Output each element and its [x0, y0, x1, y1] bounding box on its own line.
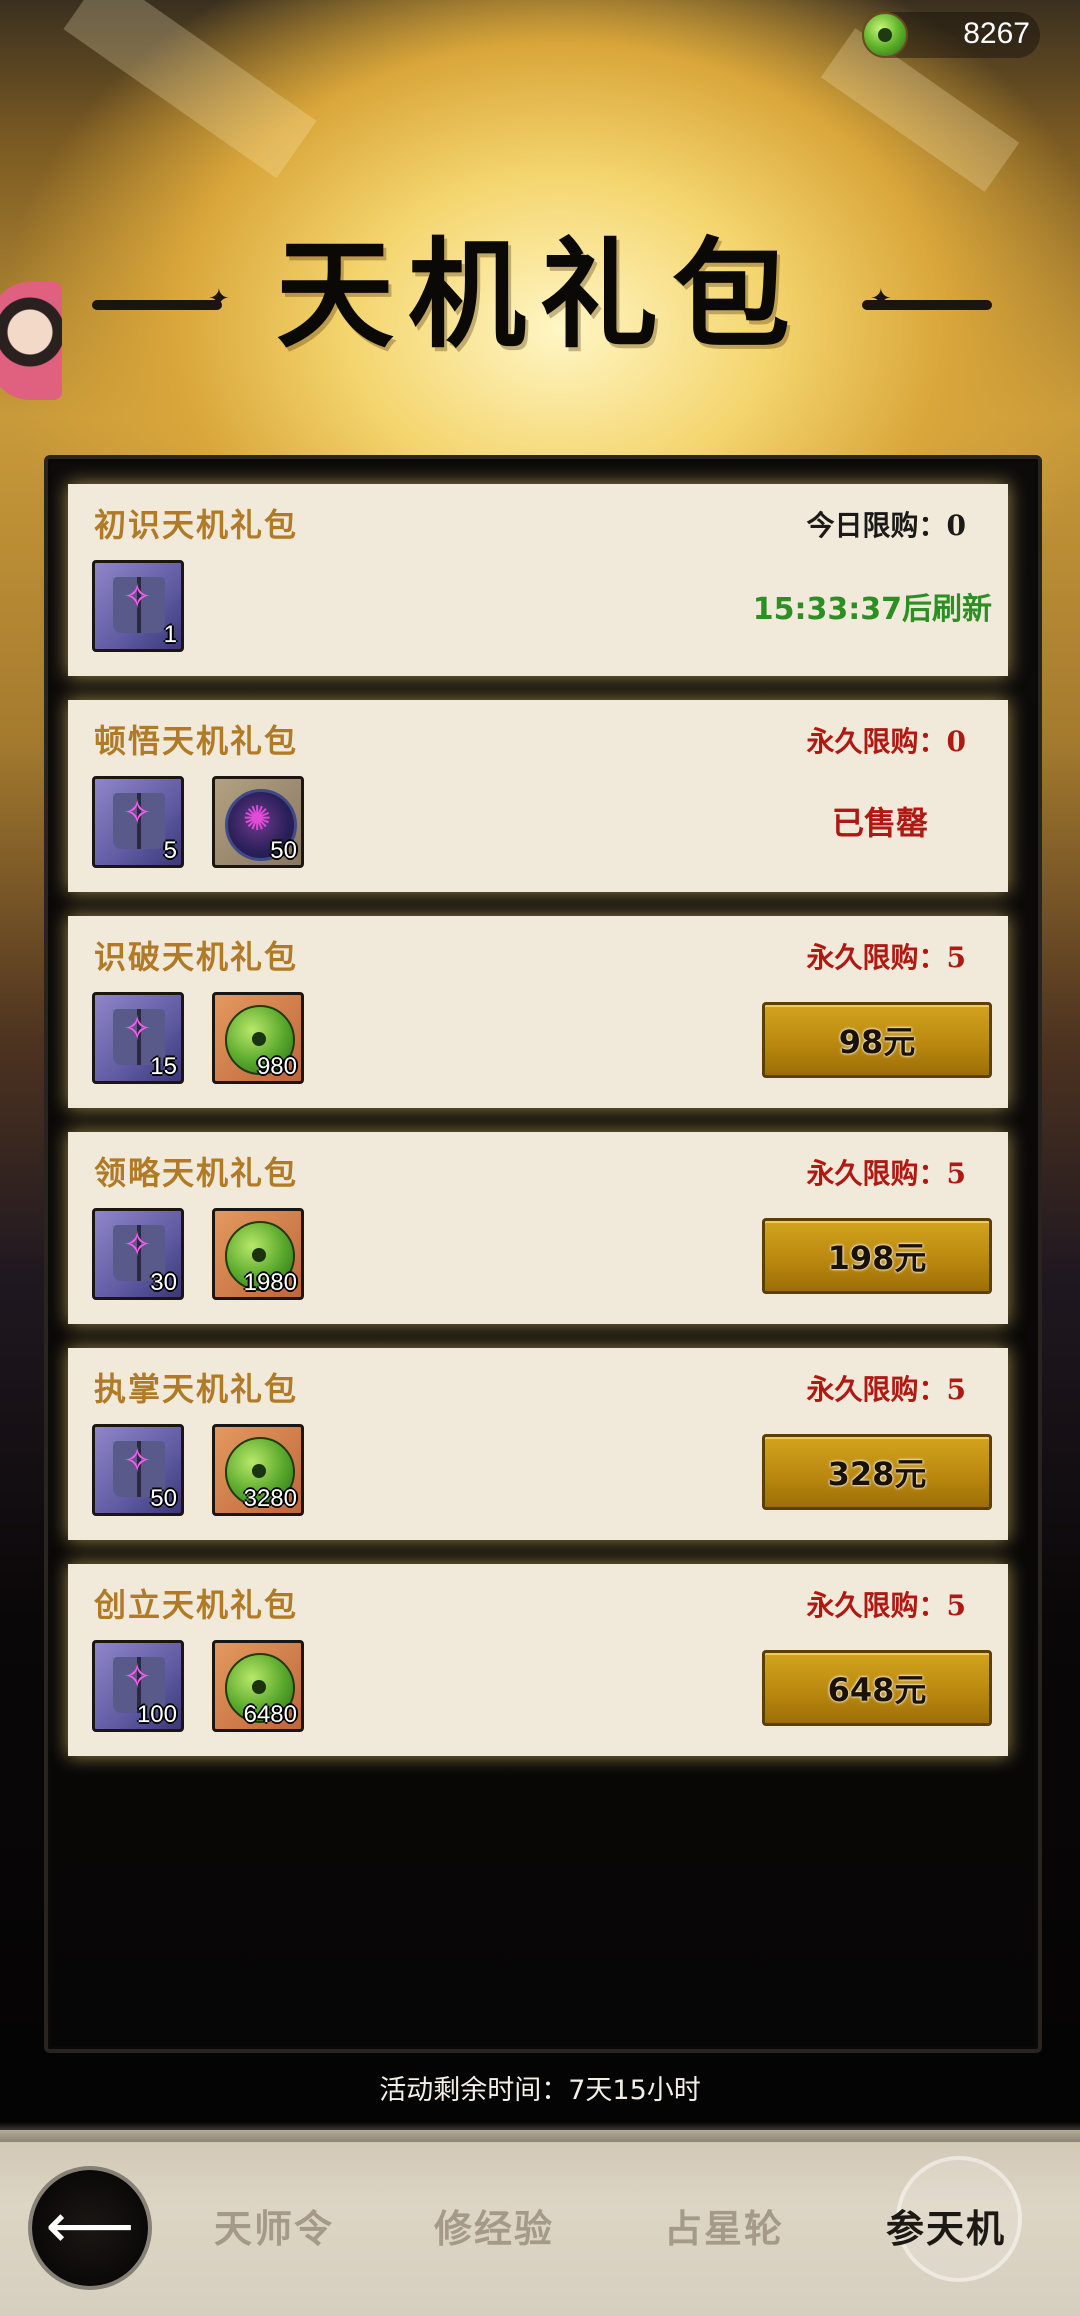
item-quantity: 6480 [243, 1701, 297, 1728]
purchase-limit: 永久限购：0 [806, 725, 966, 758]
pack-card: 领略天机礼包 永久限购：5 30 1980 198元 [68, 1132, 1008, 1324]
purchase-limit: 今日限购：0 [806, 509, 966, 542]
currency-value: 8267 [963, 17, 1030, 50]
skill-book-item[interactable]: 100 [92, 1640, 184, 1732]
item-quantity: 5 [163, 837, 177, 864]
item-quantity: 100 [136, 1701, 177, 1728]
pack-card: 初识天机礼包 今日限购：0 1 15:33:37后刷新 [68, 484, 1008, 676]
jade-coin-item[interactable]: 980 [212, 992, 304, 1084]
back-arrow-icon[interactable]: ⟵ [32, 2170, 148, 2286]
pack-title: 领略天机礼包 [94, 1154, 299, 1192]
pack-card: 识破天机礼包 永久限购：5 15 980 98元 [68, 916, 1008, 1108]
buy-button[interactable]: 328元 [762, 1434, 992, 1510]
pack-card: 顿悟天机礼包 永久限购：0 5 50 已售罄 [68, 700, 1008, 892]
jade-coin-item[interactable]: 6480 [212, 1640, 304, 1732]
skill-book-item[interactable]: 15 [92, 992, 184, 1084]
spirit-orb-item[interactable]: 50 [212, 776, 304, 868]
header: ✦ 天机礼包 ✦ [0, 220, 1080, 380]
tab-cantianji[interactable]: 参天机 [886, 2198, 1006, 2253]
item-quantity: 50 [150, 1485, 177, 1512]
purchase-limit: 永久限购：5 [806, 1589, 966, 1622]
item-quantity: 1980 [243, 1269, 297, 1296]
buy-button[interactable]: 98元 [762, 1002, 992, 1078]
title-decoration-left [92, 300, 222, 310]
tab-zhanxinglun[interactable]: 占星轮 [664, 2198, 784, 2253]
skill-book-item[interactable]: 50 [92, 1424, 184, 1516]
pack-title: 顿悟天机礼包 [94, 722, 299, 760]
pack-title: 创立天机礼包 [94, 1586, 299, 1624]
skill-book-item[interactable]: 30 [92, 1208, 184, 1300]
purchase-limit: 永久限购：5 [806, 1157, 966, 1190]
jade-coin-item[interactable]: 1980 [212, 1208, 304, 1300]
tab-xiujingyan[interactable]: 修经验 [434, 2198, 554, 2253]
sold-out-label: 已售罄 [831, 804, 928, 842]
item-quantity: 30 [150, 1269, 177, 1296]
buy-button[interactable]: 648元 [762, 1650, 992, 1726]
item-quantity: 980 [256, 1053, 297, 1080]
item-quantity: 1 [163, 621, 177, 648]
pack-title: 初识天机礼包 [94, 506, 299, 544]
pack-title: 执掌天机礼包 [94, 1370, 299, 1408]
refresh-timer: 15:33:37后刷新 [752, 592, 992, 627]
purchase-limit: 永久限购：5 [806, 1373, 966, 1406]
skill-book-item[interactable]: 5 [92, 776, 184, 868]
page-title: 天机礼包 [275, 225, 804, 364]
event-remaining-time: 活动剩余时间：7天15小时 [379, 2075, 701, 2106]
pack-card: 创立天机礼包 永久限购：5 100 6480 648元 [68, 1564, 1008, 1756]
item-quantity: 50 [270, 837, 297, 864]
pack-title: 识破天机礼包 [94, 938, 299, 976]
item-quantity: 15 [150, 1053, 177, 1080]
buy-button[interactable]: 198元 [762, 1218, 992, 1294]
tab-tianshiling[interactable]: 天师令 [214, 2198, 334, 2253]
skill-book-item[interactable]: 1 [92, 560, 184, 652]
purchase-limit: 永久限购：5 [806, 941, 966, 974]
title-decoration-right [862, 300, 992, 310]
item-quantity: 3280 [243, 1485, 297, 1512]
jade-coin-item[interactable]: 3280 [212, 1424, 304, 1516]
pack-card: 执掌天机礼包 永久限购：5 50 3280 328元 [68, 1348, 1008, 1540]
jade-coin-icon [862, 12, 908, 58]
